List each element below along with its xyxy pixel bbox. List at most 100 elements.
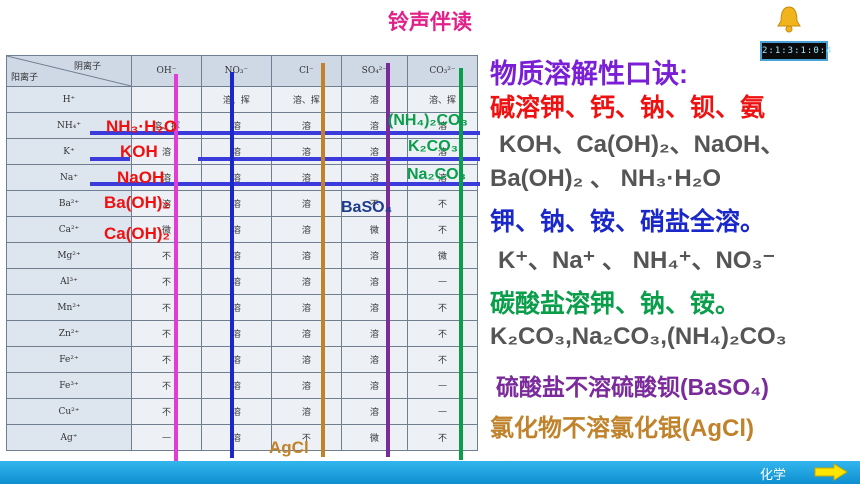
solubility-cell: 溶 bbox=[270, 346, 342, 373]
cation-cell: Mg²⁺ bbox=[6, 242, 132, 269]
solubility-cell: 不 bbox=[131, 398, 202, 425]
solubility-cell: 溶 bbox=[270, 216, 342, 243]
label-baoh2: Ba(OH)₂ bbox=[104, 193, 171, 212]
solubility-cell: 溶 bbox=[340, 398, 409, 425]
solubility-cell: 不 bbox=[131, 294, 202, 321]
solubility-cell: 溶 bbox=[270, 372, 342, 399]
mnemonic-line-5: K⁺、Na⁺ 、 NH₄⁺、NO₃⁻ bbox=[498, 247, 776, 274]
bell-icon[interactable] bbox=[775, 4, 803, 34]
highlight-line-k-right bbox=[198, 157, 480, 161]
solubility-cell: 不 bbox=[407, 294, 478, 321]
solubility-cell: 不 bbox=[131, 320, 202, 347]
solubility-cell: — bbox=[131, 424, 202, 451]
table-row: Fe³⁺ 不溶溶溶 — bbox=[6, 372, 478, 399]
anion-label: 阴离子 bbox=[73, 62, 101, 72]
cation-cell: Fe²⁺ bbox=[6, 346, 132, 373]
anion-header: OH⁻ bbox=[131, 55, 202, 87]
solubility-cell: 溶 bbox=[340, 372, 409, 399]
solubility-cell: 溶 bbox=[200, 164, 272, 191]
mnemonic-line-9: 氯化物不溶氯化银(AgCl) bbox=[490, 415, 754, 442]
label-nh4-2co3: (NH₄)₂CO₃ bbox=[388, 112, 468, 129]
next-arrow-icon[interactable] bbox=[814, 463, 848, 481]
table-row: H⁺ 溶、挥 溶、挥溶溶、挥 bbox=[6, 86, 478, 113]
mnemonic-line-8: 硫酸盐不溶硫酸钡(BaSO₄) bbox=[496, 374, 769, 400]
footer-bar bbox=[0, 461, 860, 484]
solubility-cell: 溶 bbox=[270, 320, 342, 347]
table-header-row: 阴离子 阳离子 OH⁻ NO₃⁻ Cl⁻ SO₄²⁻ CO₃²⁻ bbox=[6, 55, 478, 87]
cation-cell: Fe³⁺ bbox=[6, 372, 132, 399]
table-row: Fe²⁺ 不溶溶溶不 bbox=[6, 346, 478, 373]
solubility-cell: — bbox=[407, 398, 478, 425]
solubility-cell: 溶 bbox=[200, 372, 272, 399]
solubility-cell: 溶 bbox=[200, 268, 272, 295]
solubility-cell: 溶 bbox=[340, 346, 409, 373]
cation-cell: H⁺ bbox=[6, 86, 132, 113]
solubility-cell: 溶、挥 bbox=[407, 86, 478, 113]
solubility-cell: 溶 bbox=[200, 216, 272, 243]
solubility-cell: 溶、挥 bbox=[270, 86, 342, 113]
mnemonic-line-1: 碱溶钾、钙、钠、钡、氨 bbox=[490, 94, 766, 122]
page-title: 铃声伴读 bbox=[388, 10, 472, 34]
cation-cell: Cu²⁺ bbox=[6, 398, 132, 425]
solubility-cell: 溶 bbox=[270, 164, 342, 191]
solubility-cell: 溶 bbox=[200, 294, 272, 321]
solubility-cell: 不 bbox=[407, 424, 478, 451]
cation-cell: Ag⁺ bbox=[6, 424, 132, 451]
solubility-cell: 溶 bbox=[340, 268, 409, 295]
cation-cell: Na⁺ bbox=[6, 164, 132, 191]
solubility-cell: 不 bbox=[407, 346, 478, 373]
cation-cell: Mn²⁺ bbox=[6, 294, 132, 321]
mnemonic-line-4: 钾、钠、铵、硝盐全溶。 bbox=[490, 208, 766, 236]
table-row: Mg²⁺ 不溶溶溶微 bbox=[6, 242, 478, 269]
solubility-cell: 溶 bbox=[270, 294, 342, 321]
table-row: Al³⁺ 不溶溶溶 — bbox=[6, 268, 478, 295]
table-row: Ca²⁺ 微溶溶微不 bbox=[6, 216, 478, 243]
label-nh3h2o: NH₃·H₂O bbox=[106, 117, 178, 136]
solubility-cell: 不 bbox=[407, 190, 478, 217]
table-row: Cu²⁺ 不溶溶溶 — bbox=[6, 398, 478, 425]
label-koh: KOH bbox=[120, 142, 158, 161]
solubility-cell: 溶 bbox=[340, 320, 409, 347]
label-baso4: BaSO₄ bbox=[341, 199, 393, 216]
mnemonic-line-7: K₂CO₃,Na₂CO₃,(NH₄)₂CO₃ bbox=[490, 323, 787, 350]
solubility-cell: 溶 bbox=[340, 242, 409, 269]
highlight-line-no3 bbox=[230, 72, 234, 458]
label-caoh2: Ca(OH)₂ bbox=[104, 224, 171, 243]
mnemonic-line-3: Ba(OH)₂ 、 NH₃·H₂O bbox=[490, 165, 722, 192]
solubility-cell: 溶、挥 bbox=[200, 86, 272, 113]
solubility-cell: 溶 bbox=[200, 398, 272, 425]
solubility-cell: 不 bbox=[131, 242, 202, 269]
label-k2co3: K₂CO₃ bbox=[408, 138, 459, 155]
solubility-cell: — bbox=[407, 372, 478, 399]
solubility-cell: 溶 bbox=[270, 268, 342, 295]
solubility-cell: 溶 bbox=[270, 398, 342, 425]
solubility-cell: 不 bbox=[131, 372, 202, 399]
solubility-cell: 不 bbox=[407, 320, 478, 347]
subject-label: 化学 bbox=[760, 468, 787, 483]
cation-cell: Al³⁺ bbox=[6, 268, 132, 295]
solubility-cell bbox=[131, 86, 202, 113]
table-row: Ag⁺ — 溶不微不 bbox=[6, 424, 478, 451]
mnemonic-heading: 物质溶解性口诀: bbox=[490, 59, 688, 89]
solubility-cell: 溶 bbox=[200, 320, 272, 347]
solubility-cell: 溶 bbox=[200, 424, 272, 451]
label-na2co3: Na₂CO₃ bbox=[407, 166, 466, 183]
solubility-cell: 溶 bbox=[340, 294, 409, 321]
table-corner: 阴离子 阳离子 bbox=[6, 55, 132, 87]
mnemonic-line-2: KOH、Ca(OH)₂、NaOH、 bbox=[499, 131, 785, 158]
highlight-line-cl bbox=[321, 63, 325, 457]
solubility-cell: 溶 bbox=[200, 190, 272, 217]
cation-cell: Zn²⁺ bbox=[6, 320, 132, 347]
timer-display: 2:1:3:1:0:4 bbox=[760, 41, 832, 61]
table-row: Ba²⁺ 溶溶溶不不 bbox=[6, 190, 478, 217]
anion-header: CO₃²⁻ bbox=[407, 55, 478, 87]
anion-header: NO₃⁻ bbox=[200, 55, 272, 87]
table-row: Mn²⁺ 不溶溶溶不 bbox=[6, 294, 478, 321]
table-row: Zn²⁺ 不溶溶溶不 bbox=[6, 320, 478, 347]
label-naoh: NaOH bbox=[117, 168, 165, 187]
solubility-cell: 溶 bbox=[270, 242, 342, 269]
solubility-cell: 不 bbox=[407, 216, 478, 243]
solubility-cell: 溶 bbox=[270, 190, 342, 217]
solubility-cell: 溶 bbox=[200, 242, 272, 269]
solubility-cell: — bbox=[407, 268, 478, 295]
